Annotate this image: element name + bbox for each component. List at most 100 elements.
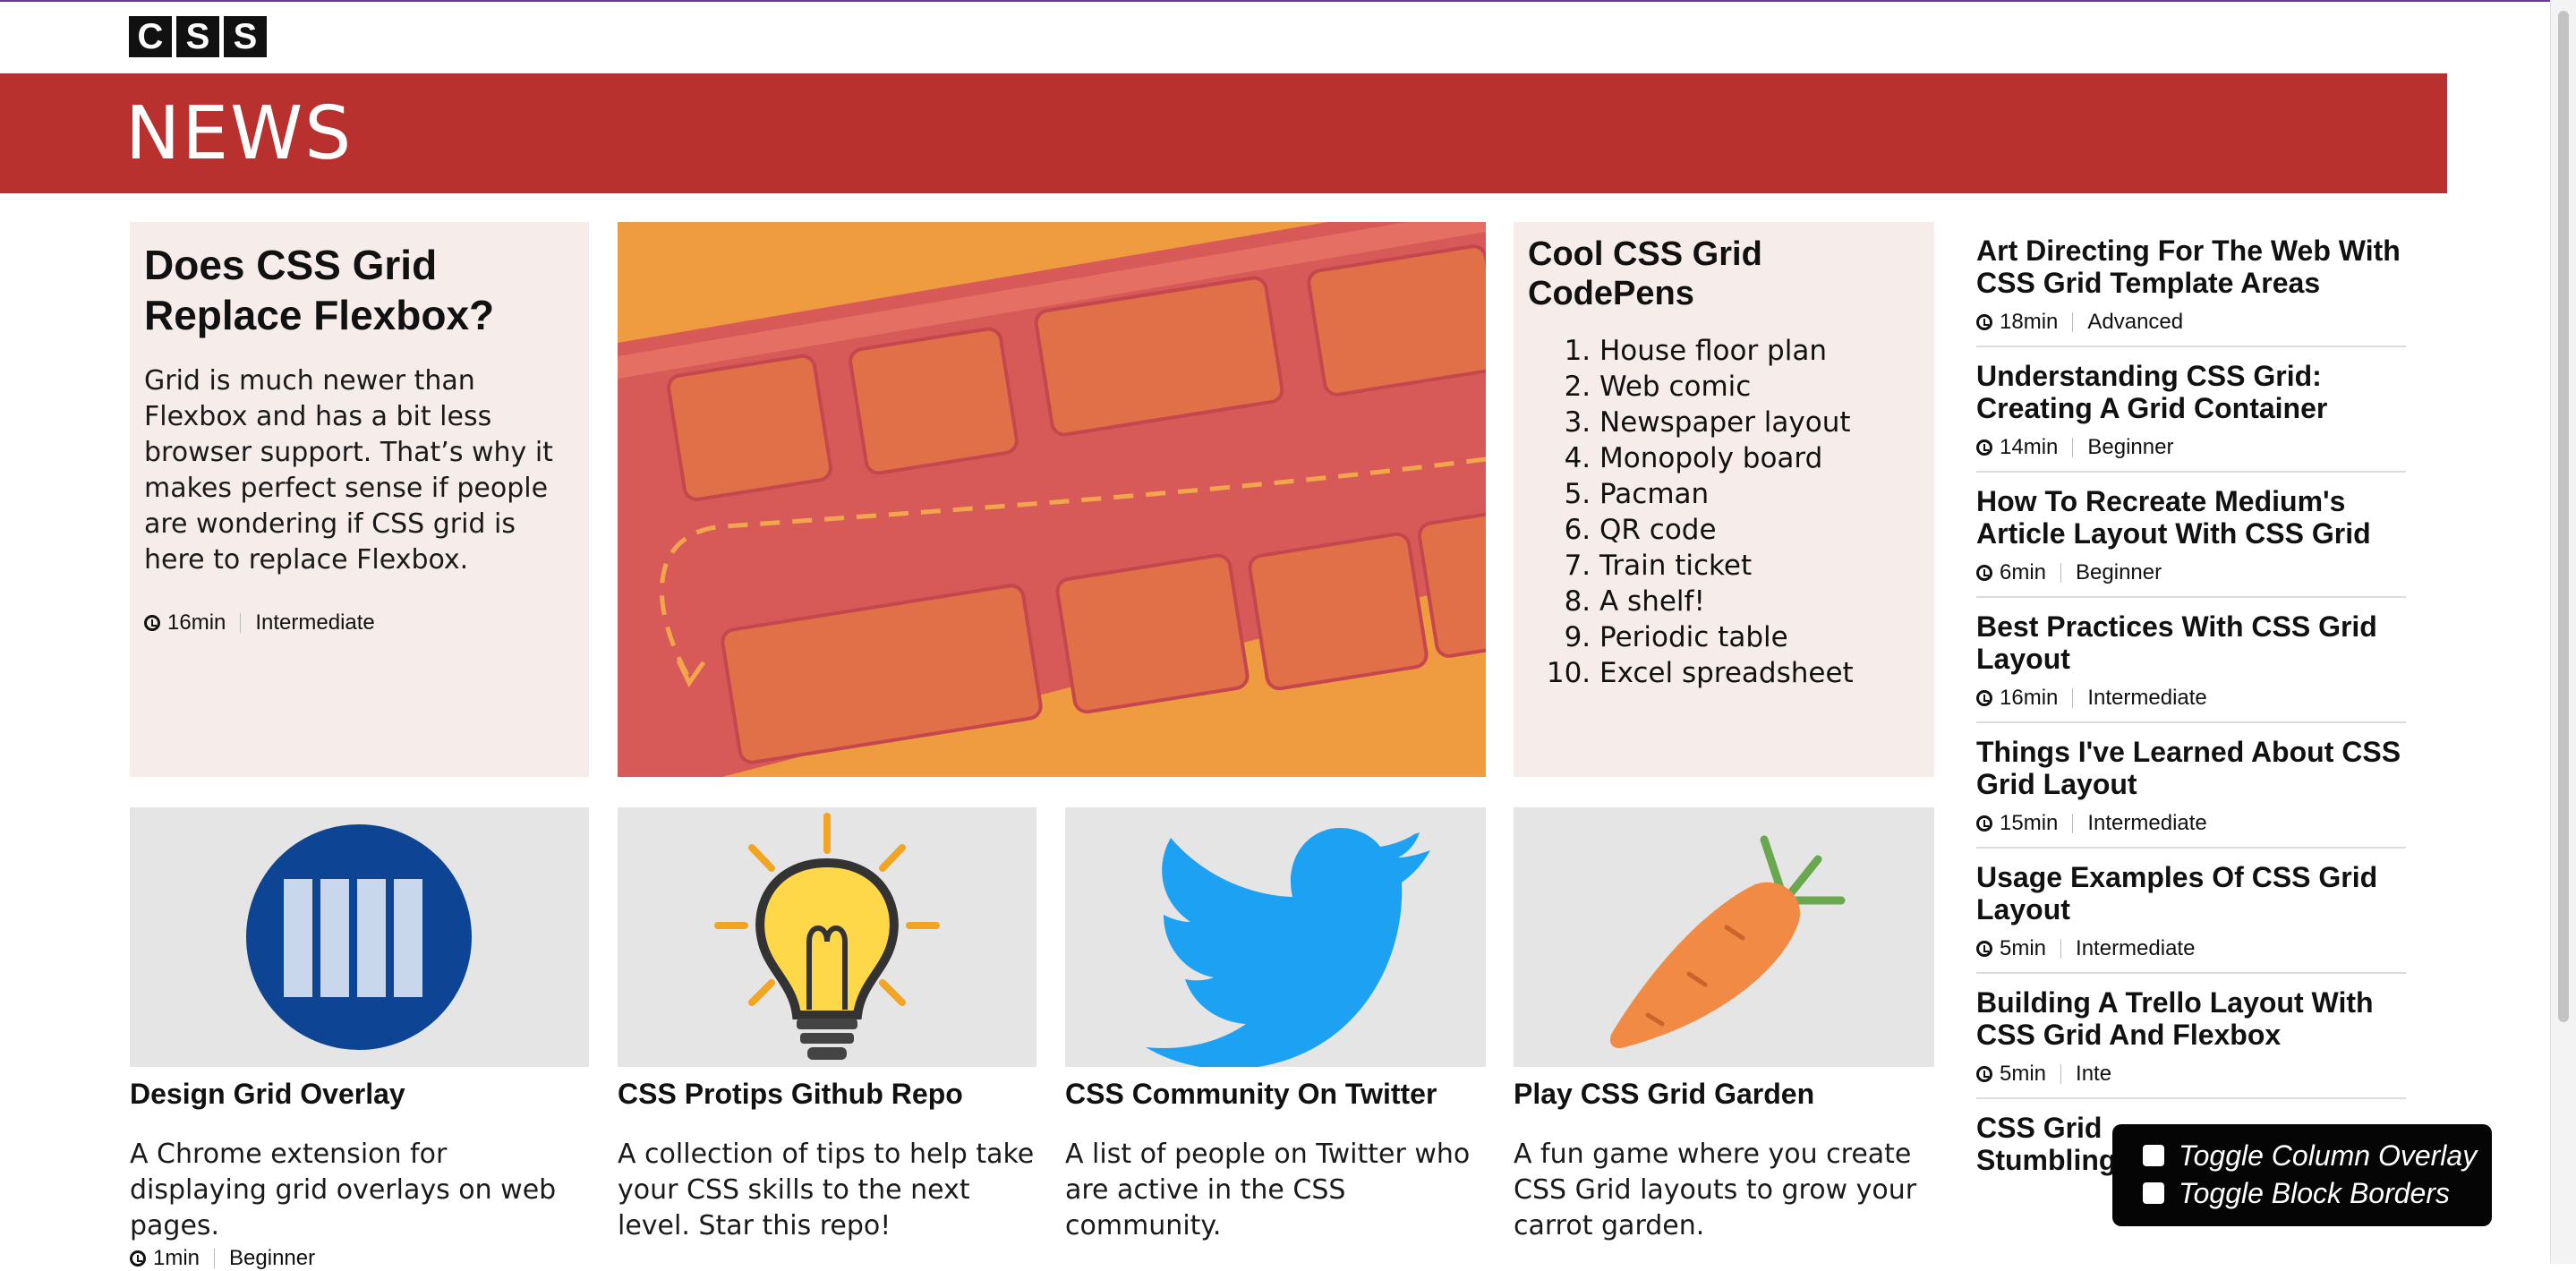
scrollbar[interactable] [2550, 0, 2576, 1264]
window-top-border [0, 0, 2576, 2]
toggle-column-overlay[interactable]: Toggle Column Overlay [2143, 1137, 2492, 1174]
sidebar-article-title[interactable]: Things I've Learned About CSS Grid Layou… [1976, 736, 2406, 800]
codepen-item[interactable]: Newspaper layout [1599, 405, 1920, 440]
read-time: 6min [2000, 560, 2047, 584]
twitter-bird-icon [1146, 828, 1430, 1067]
meta-divider [2060, 1064, 2062, 1084]
page-title: NEWS [125, 91, 354, 176]
meta-divider [2072, 438, 2074, 457]
read-time: 15min [2000, 811, 2059, 835]
read-time: 5min [2000, 936, 2047, 960]
article-meta: 16min Intermediate [144, 610, 575, 636]
article-meta: 5min Inte [1976, 1062, 2406, 1087]
codepen-item[interactable]: Pacman [1599, 476, 1920, 512]
toggle-label: Toggle Column Overlay [2179, 1139, 2478, 1172]
meta-divider [240, 613, 242, 633]
sidebar-article[interactable]: Best Practices With CSS Grid Layout 16mi… [1976, 607, 2406, 723]
clock-icon [1976, 1066, 1992, 1082]
tile-image-grid-garden[interactable] [1514, 807, 1934, 1067]
difficulty-level: Beginner [229, 1246, 316, 1270]
meta-divider [2060, 563, 2062, 583]
sidebar-article-title[interactable]: How To Recreate Medium's Article Layout … [1976, 485, 2406, 550]
difficulty-level: Intermediate [2087, 811, 2207, 835]
sidebar-article-title[interactable]: Usage Examples Of CSS Grid Layout [1976, 861, 2406, 926]
read-time: 1min [153, 1246, 200, 1270]
sidebar-article[interactable]: Things I've Learned About CSS Grid Layou… [1976, 732, 2406, 849]
sidebar-article[interactable]: Understanding CSS Grid: Creating A Grid … [1976, 356, 2406, 473]
codepen-item[interactable]: Web comic [1599, 369, 1920, 405]
sidebar-article-title[interactable]: Understanding CSS Grid: Creating A Grid … [1976, 360, 2406, 424]
feature-article-card[interactable]: Does CSS Grid Replace Flexbox? Grid is m… [130, 222, 589, 777]
meta-divider [214, 1249, 216, 1268]
logo-letter: S [224, 16, 267, 57]
article-meta: 6min Beginner [1976, 560, 2406, 585]
difficulty-level: Intermediate [2087, 686, 2207, 710]
read-time: 18min [2000, 310, 2059, 334]
codepen-item[interactable]: Periodic table [1599, 619, 1920, 655]
difficulty-level: Intermediate [255, 610, 375, 635]
toggle-panel: Toggle Column Overlay Toggle Block Borde… [2112, 1124, 2492, 1226]
sidebar-article[interactable]: Art Directing For The Web With CSS Grid … [1976, 231, 2406, 347]
logo-letter: C [129, 16, 172, 57]
sidebar-article[interactable]: Usage Examples Of CSS Grid Layout 5min I… [1976, 857, 2406, 974]
read-time: 5min [2000, 1062, 2047, 1086]
scroll-thumb[interactable] [2558, 11, 2569, 1022]
codepen-item[interactable]: Excel spreadsheet [1599, 655, 1920, 691]
grid-overlay-icon [246, 824, 472, 1050]
difficulty-level: Intermediate [2076, 936, 2196, 960]
read-time: 16min [167, 610, 226, 635]
tile-image-twitter[interactable] [1065, 807, 1486, 1067]
clock-icon [1976, 439, 1992, 456]
codepens-title[interactable]: Cool CSS Grid CodePens [1528, 235, 1920, 313]
read-time: 14min [2000, 435, 2059, 459]
codepen-item[interactable]: Train ticket [1599, 548, 1920, 584]
meta-divider [2072, 688, 2074, 708]
clock-icon [130, 1250, 146, 1267]
tile-description: A Chrome extension for displaying grid o… [130, 1139, 557, 1241]
tile-image-protips[interactable] [618, 807, 1036, 1067]
sidebar-article[interactable]: Building A Trello Layout With CSS Grid A… [1976, 983, 2406, 1099]
meta-divider [2072, 312, 2074, 332]
difficulty-level: Advanced [2087, 310, 2184, 334]
codepens-card[interactable]: Cool CSS Grid CodePens House floor plan … [1514, 222, 1934, 777]
tile-image-grid-overlay[interactable] [130, 807, 589, 1067]
clock-icon [1976, 690, 1992, 706]
codepen-item[interactable]: House floor plan [1599, 333, 1920, 369]
tile-title[interactable]: CSS Community On Twitter [1065, 1074, 1437, 1113]
meta-divider [2060, 939, 2062, 959]
codepen-item[interactable]: Monopoly board [1599, 440, 1920, 476]
codepens-list: House floor plan Web comic Newspaper lay… [1528, 333, 1920, 691]
toggle-block-borders[interactable]: Toggle Block Borders [2143, 1174, 2492, 1212]
feature-title[interactable]: Does CSS Grid Replace Flexbox? [144, 240, 575, 340]
feature-body: Grid is much newer than Flexbox and has … [144, 365, 553, 576]
tile-description: A list of people on Twitter who are acti… [1065, 1139, 1471, 1241]
difficulty-level: Beginner [2076, 560, 2162, 584]
meta-divider [2072, 814, 2074, 833]
clock-icon [1976, 314, 1992, 330]
codepen-item[interactable]: QR code [1599, 512, 1920, 548]
read-time: 16min [2000, 686, 2059, 710]
article-meta: 18min Advanced [1976, 310, 2406, 335]
sidebar-article-title[interactable]: Art Directing For The Web With CSS Grid … [1976, 235, 2406, 299]
title-line: CSS Grid [1976, 1112, 2103, 1144]
ticket-strip-illustration [618, 222, 1486, 777]
sidebar-article-title[interactable]: Best Practices With CSS Grid Layout [1976, 610, 2406, 675]
sidebar-article[interactable]: How To Recreate Medium's Article Layout … [1976, 482, 2406, 598]
article-meta: 16min Intermediate [1976, 686, 2406, 711]
tile-title[interactable]: CSS Protips Github Repo [618, 1074, 963, 1113]
article-meta: 14min Beginner [1976, 435, 2406, 460]
tile-title[interactable]: Design Grid Overlay [130, 1074, 405, 1113]
carrot-icon [1609, 835, 1846, 1049]
logo-letter: S [176, 16, 219, 57]
sidebar-article-title[interactable]: Building A Trello Layout With CSS Grid A… [1976, 986, 2406, 1051]
hero-illustration[interactable] [618, 222, 1486, 777]
clock-icon [1976, 815, 1992, 832]
codepen-item[interactable]: A shelf! [1599, 584, 1920, 619]
tile-title[interactable]: Play CSS Grid Garden [1514, 1074, 1814, 1113]
css-logo[interactable]: C S S [129, 16, 267, 57]
sidebar-article-list: Art Directing For The Web With CSS Grid … [1976, 231, 2406, 1233]
checkbox[interactable] [2143, 1145, 2164, 1166]
checkbox[interactable] [2143, 1182, 2164, 1204]
tile-description: A fun game where you create CSS Grid lay… [1514, 1139, 1917, 1241]
clock-icon [144, 615, 160, 631]
